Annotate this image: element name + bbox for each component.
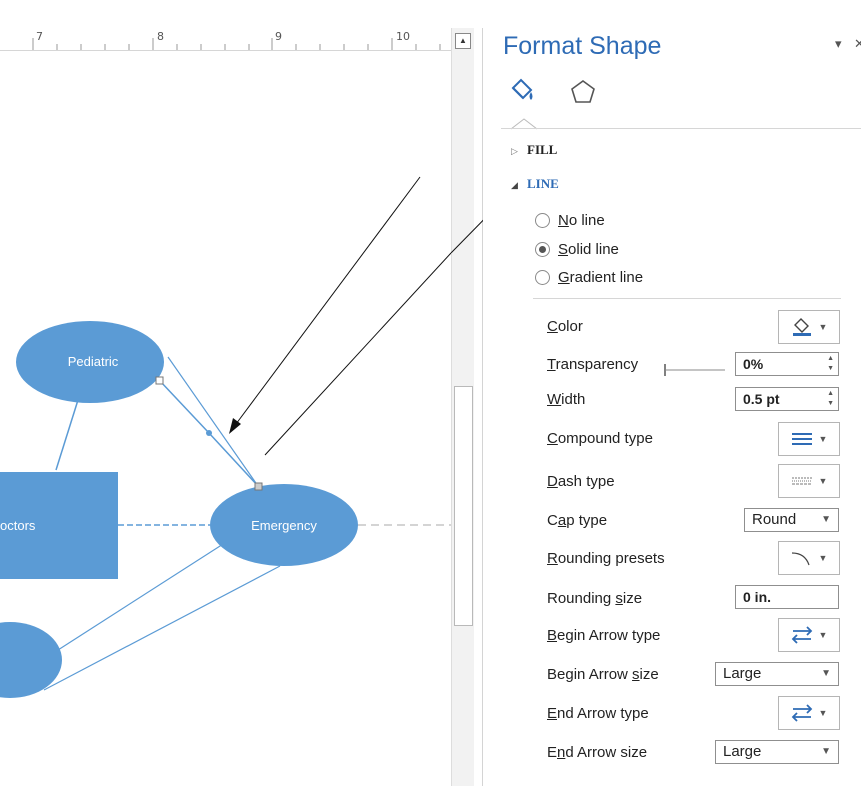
pane-title: Format Shape (503, 32, 662, 60)
chevron-down-icon: ▼ (821, 668, 831, 679)
chevron-down-icon: ▼ (818, 553, 828, 563)
connector-end-handle[interactable] (254, 482, 263, 491)
dash-type-dropdown[interactable]: ▼ (778, 464, 840, 498)
begin-arrow-type-dropdown[interactable]: ▼ (778, 618, 840, 652)
collapsed-triangle-icon: ▷ (511, 146, 518, 156)
tab-separator (501, 128, 861, 129)
radio-button[interactable] (535, 270, 550, 285)
pane-close-icon[interactable]: ✕ (854, 36, 861, 52)
cap-type-value: Round (752, 511, 797, 528)
section-line-label: LINE (527, 176, 559, 191)
radio-gradient-line[interactable]: Gradient line (535, 269, 643, 286)
pane-options-icon[interactable]: ▾ (835, 36, 842, 52)
radio-button[interactable] (535, 213, 550, 228)
shape-label-emergency: Emergency (251, 518, 317, 533)
end-arrow-size-label: End Arrow size (547, 744, 648, 761)
compound-type-label: Compound type (547, 430, 653, 447)
rounding-presets-dropdown[interactable]: ▼ (778, 541, 840, 575)
rounded-corner-icon (791, 552, 810, 566)
paint-bucket-icon (792, 318, 811, 336)
compound-type-dropdown[interactable]: ▼ (778, 422, 840, 456)
connector-begin-handle[interactable] (155, 376, 164, 385)
dash-type-label: Dash type (547, 473, 615, 490)
shape-label-doctors: octors (0, 518, 36, 533)
transparency-value: 0% (743, 356, 764, 372)
line-options-separator (533, 298, 841, 299)
rounding-size-input[interactable]: 0 in. (735, 585, 839, 609)
radio-no-line-label: No line (558, 212, 605, 229)
radio-button-checked[interactable] (535, 242, 550, 257)
shape-bottom-left[interactable] (0, 622, 62, 698)
compound-lines-icon (791, 433, 812, 445)
chevron-down-icon: ▼ (821, 746, 831, 757)
begin-arrow-size-label: Begin Arrow size (547, 666, 659, 683)
cap-type-select[interactable]: Round ▼ (744, 508, 839, 532)
vertical-scrollbar[interactable]: ▲ (451, 28, 474, 786)
chevron-down-icon: ▼ (821, 514, 831, 525)
end-arrow-size-select[interactable]: Large ▼ (715, 740, 839, 764)
cap-type-label: Cap type (547, 512, 608, 529)
begin-arrow-size-select[interactable]: Large ▼ (715, 662, 839, 686)
annotation-arrow-line-2 (264, 252, 451, 456)
begin-arrow-type-label: Begin Arrow type (547, 627, 661, 644)
rounding-presets-label: Rounding presets (547, 550, 665, 567)
chevron-down-icon: ▼ (818, 630, 828, 640)
spinner-arrows-icon[interactable]: ▲ ▼ (827, 389, 834, 409)
diagram-svg: Pediatric octors Emergency (0, 176, 451, 698)
radio-solid-line[interactable]: Solid line (535, 241, 619, 258)
scroll-thumb[interactable] (454, 386, 473, 626)
width-label: Width (547, 391, 586, 408)
arrow-type-icon (791, 704, 812, 722)
arrow-type-icon (791, 626, 812, 644)
connector-pediatric-emergency[interactable] (167, 356, 259, 487)
format-shape-pane: Format Shape ▾ ✕ ▷ FILL ◢ LINE No line Sol… (483, 0, 861, 786)
chevron-down-icon: ▼ (818, 322, 828, 332)
radio-solid-line-label: Solid line (558, 241, 619, 258)
chevron-down-icon: ▼ (818, 708, 828, 718)
rounding-size-label: Rounding size (547, 590, 643, 607)
connector-midpoint-handle[interactable] (206, 430, 212, 436)
transparency-slider[interactable] (663, 364, 725, 376)
connector-pediatric-doctors[interactable] (55, 399, 79, 471)
spinner-arrows-icon[interactable]: ▲ ▼ (827, 354, 834, 374)
radio-gradient-line-label: Gradient line (558, 269, 644, 286)
fill-line-tab-icon[interactable] (507, 78, 537, 111)
width-spinner[interactable]: 0.5 pt ▲ ▼ (735, 387, 839, 411)
color-picker-button[interactable]: ▼ (778, 310, 840, 344)
begin-arrow-size-value: Large (723, 665, 762, 682)
dash-pattern-icon (791, 477, 812, 485)
scroll-up-button[interactable]: ▲ (455, 33, 471, 49)
drawing-canvas[interactable]: 7 8 9 10 Pediatric octors Emergency ▲ (0, 0, 482, 786)
effects-tab-pentagon-icon[interactable] (569, 78, 597, 111)
section-fill-header[interactable]: ▷ FILL (511, 142, 557, 158)
radio-no-line[interactable]: No line (535, 212, 605, 229)
color-label: Color (547, 318, 583, 335)
transparency-spinner[interactable]: 0% ▲ ▼ (735, 352, 839, 376)
end-arrow-type-label: End Arrow type (547, 705, 649, 722)
connector-emergency-bottom-2[interactable] (43, 565, 281, 691)
end-arrow-size-value: Large (723, 743, 762, 760)
expanded-triangle-icon: ◢ (511, 180, 518, 190)
chevron-down-icon: ▼ (818, 434, 828, 444)
transparency-label: Transparency (547, 356, 639, 373)
width-value: 0.5 pt (743, 391, 780, 407)
section-fill-label: FILL (527, 142, 558, 157)
end-arrow-type-dropdown[interactable]: ▼ (778, 696, 840, 730)
chevron-down-icon: ▼ (818, 476, 828, 486)
shape-label-pediatric: Pediatric (68, 354, 119, 369)
section-line-header[interactable]: ◢ LINE (511, 176, 559, 192)
